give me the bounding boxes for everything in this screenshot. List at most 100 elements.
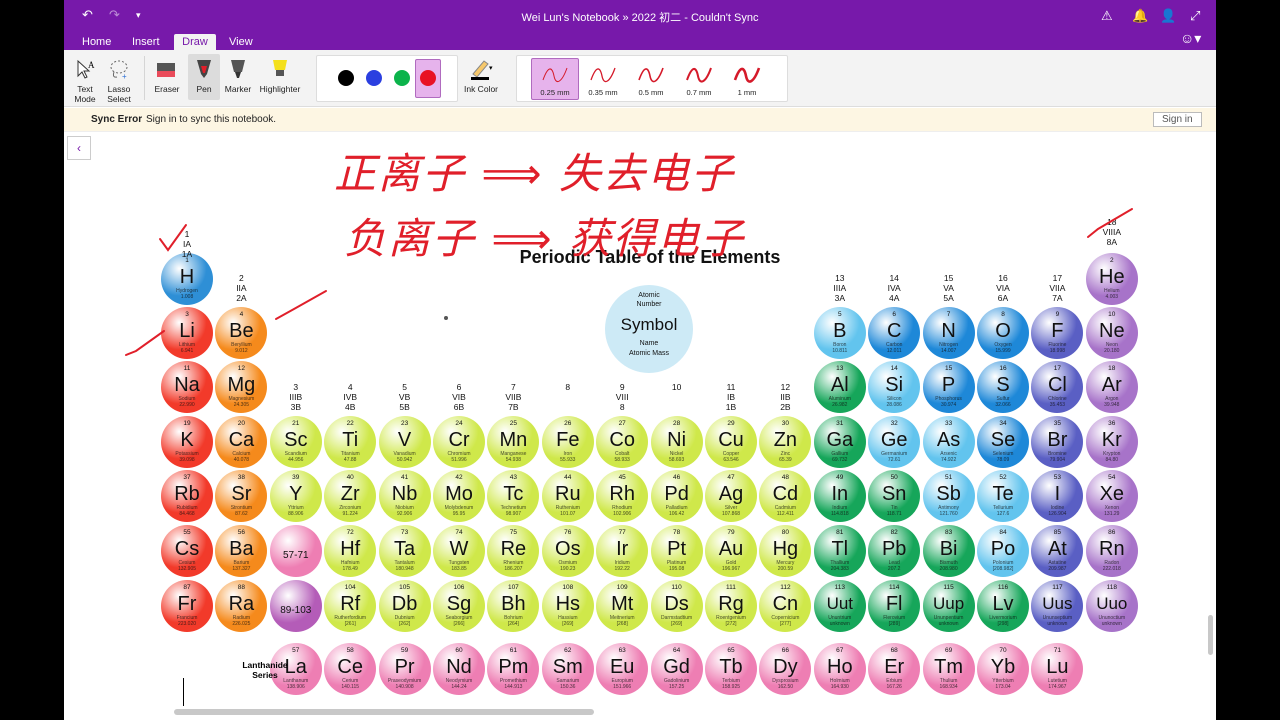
color-black-swatch[interactable]: [338, 70, 354, 86]
sign-in-button[interactable]: Sign in: [1153, 112, 1202, 127]
group-header-14: 14 IVA 4A: [868, 273, 920, 303]
element-ga: 31 Ga Gallium 69.732: [813, 416, 866, 468]
sync-error-title: Sync Error: [91, 114, 143, 125]
element-cl: 17 Cl Chlorine 35.453: [1031, 361, 1084, 413]
element-pt: 78 Pt Platinum 195.08: [650, 525, 703, 577]
pen-size-035[interactable]: 0.35 mm: [580, 62, 626, 97]
atomic-mass: 88.906: [288, 511, 304, 517]
element-xe: 54 Xe Xenon 131.29: [1085, 470, 1138, 522]
notification-bell-icon[interactable]: 🔔: [1132, 8, 1148, 24]
atomic-number: 77: [618, 529, 626, 536]
lasso-select-button[interactable]: + Lasso Select: [104, 54, 134, 104]
element-ti: 22 Ti Titanium 47.88: [324, 416, 377, 468]
group-label: 8A: [1106, 237, 1117, 247]
element-symbol: At: [1047, 538, 1067, 560]
title-bar: ↶ ↷ ▾ Wei Lun's Notebook » 2022 初二 - Cou…: [64, 0, 1216, 32]
atomic-mass: 39.098: [179, 457, 195, 463]
pen-size-07[interactable]: 0.7 mm: [676, 62, 722, 97]
group-label: 1A: [181, 249, 193, 259]
group-header-18: 18 VIIIA 8A: [1086, 217, 1138, 247]
element-rf: 104 Rf Rutherfordium [261]: [324, 580, 377, 632]
element-symbol: Ra: [228, 593, 255, 615]
atomic-number: 82: [890, 529, 898, 536]
horizontal-scrollbar[interactable]: [174, 709, 594, 715]
atomic-mass: [264]: [507, 621, 519, 627]
atomic-mass: 30.974: [940, 402, 957, 408]
color-green-swatch[interactable]: [394, 70, 410, 86]
atomic-mass: 174.967: [1048, 684, 1067, 690]
atomic-mass: 114.818: [830, 511, 849, 517]
element-symbol: Eu: [609, 656, 635, 678]
atomic-mass: 74.922: [940, 457, 957, 463]
atomic-number: 35: [1053, 420, 1061, 427]
atomic-mass: 180.948: [395, 566, 414, 572]
eraser-button[interactable]: Eraser: [152, 54, 182, 94]
atomic-number: 56: [237, 529, 245, 536]
atomic-mass: 140.908: [395, 684, 414, 690]
atomic-number: 38: [237, 474, 245, 481]
element-symbol: Ir: [616, 538, 629, 560]
feedback-smiley-icon[interactable]: ☺▾: [1180, 30, 1201, 47]
element-symbol: Fl: [885, 593, 903, 615]
group-label: VIIA: [1049, 283, 1066, 293]
pen-button[interactable]: Pen: [188, 54, 220, 100]
ink-color-button[interactable]: ▾ Ink Color: [460, 54, 502, 94]
atomic-mass: 223.020: [177, 621, 197, 627]
atomic-number: 109: [616, 584, 628, 591]
element-symbol: Cr: [448, 429, 470, 451]
atomic-number: 114: [889, 584, 900, 591]
element-symbol: Uus: [1042, 594, 1073, 613]
pen-size-05[interactable]: 0.5 mm: [628, 62, 674, 97]
tab-insert[interactable]: Insert: [124, 34, 168, 50]
color-blue-swatch[interactable]: [366, 70, 382, 86]
marker-button[interactable]: Marker: [222, 54, 254, 94]
atomic-mass: 157.25: [668, 684, 685, 690]
share-user-icon[interactable]: 👤: [1160, 8, 1176, 24]
highlighter-button[interactable]: Highlighter: [256, 54, 304, 94]
pen-size-1[interactable]: 1 mm: [724, 62, 770, 97]
atomic-mass: 51.996: [451, 457, 467, 463]
pen-size-025[interactable]: 0.25 mm: [532, 62, 578, 97]
element-symbol: Ag: [718, 483, 744, 505]
element-symbol: I: [1054, 483, 1061, 505]
atomic-mass: 190.23: [560, 566, 576, 572]
element-bh: 107 Bh Bohrium [264]: [487, 580, 540, 632]
element-ar: 18 Ar Argon 39.948: [1085, 361, 1138, 413]
atomic-number: 45: [618, 474, 626, 481]
atomic-mass: 58.933: [614, 457, 630, 463]
tab-home[interactable]: Home: [74, 34, 119, 50]
element-symbol: Sg: [446, 593, 472, 615]
ribbon-tabs: Home Insert Draw View ☺▾: [64, 30, 1216, 50]
element-symbol: Pm: [498, 656, 529, 678]
fullscreen-icon[interactable]: ⤢: [1190, 8, 1200, 24]
color-palette: [316, 55, 458, 102]
element-mt: 109 Mt Meitnerium [268]: [596, 580, 649, 632]
page-canvas[interactable]: ‹ 1 H Hydrogen 1.008 2 He Helium 4.003 3 Li Lithiu…: [64, 133, 1216, 720]
atomic-mass: 226.025: [232, 621, 251, 627]
atomic-number: 78: [672, 529, 681, 536]
element-k: 19 K Potassium 39.098: [161, 416, 213, 468]
atomic-number: 85: [1053, 529, 1061, 536]
group-label: 3: [293, 382, 299, 392]
element-si: 14 Si Silicon 28.086: [868, 361, 921, 413]
element-ru: 44 Ru Ruthenium 101.07: [541, 470, 594, 522]
element-symbol: H: [179, 266, 195, 288]
element-pm: 61 Pm Promethium 144.913: [487, 643, 540, 695]
back-arrow-icon[interactable]: ‹: [67, 136, 91, 160]
text-mode-button[interactable]: A Text Mode: [70, 54, 100, 104]
element-symbol: Mt: [611, 593, 634, 615]
vertical-scrollbar[interactable]: [1208, 615, 1213, 655]
group-label: 6A: [997, 293, 1009, 303]
tab-view[interactable]: View: [221, 34, 261, 50]
element-db: 105 Db Dubnium [262]: [378, 580, 431, 632]
color-red-swatch[interactable]: [420, 70, 436, 86]
atomic-number: 69: [944, 647, 953, 654]
atomic-number: 59: [400, 647, 409, 654]
element-ce: 58 Ce Cerium 140.115: [324, 643, 377, 695]
element-he: 2 He Helium 4.003: [1085, 253, 1138, 305]
warning-icon[interactable]: ⚠: [1101, 8, 1113, 24]
tab-draw[interactable]: Draw: [174, 34, 216, 50]
atomic-mass: [269]: [562, 621, 574, 627]
element-symbol: Cs: [174, 538, 200, 560]
atomic-mass: 200.59: [777, 566, 794, 572]
